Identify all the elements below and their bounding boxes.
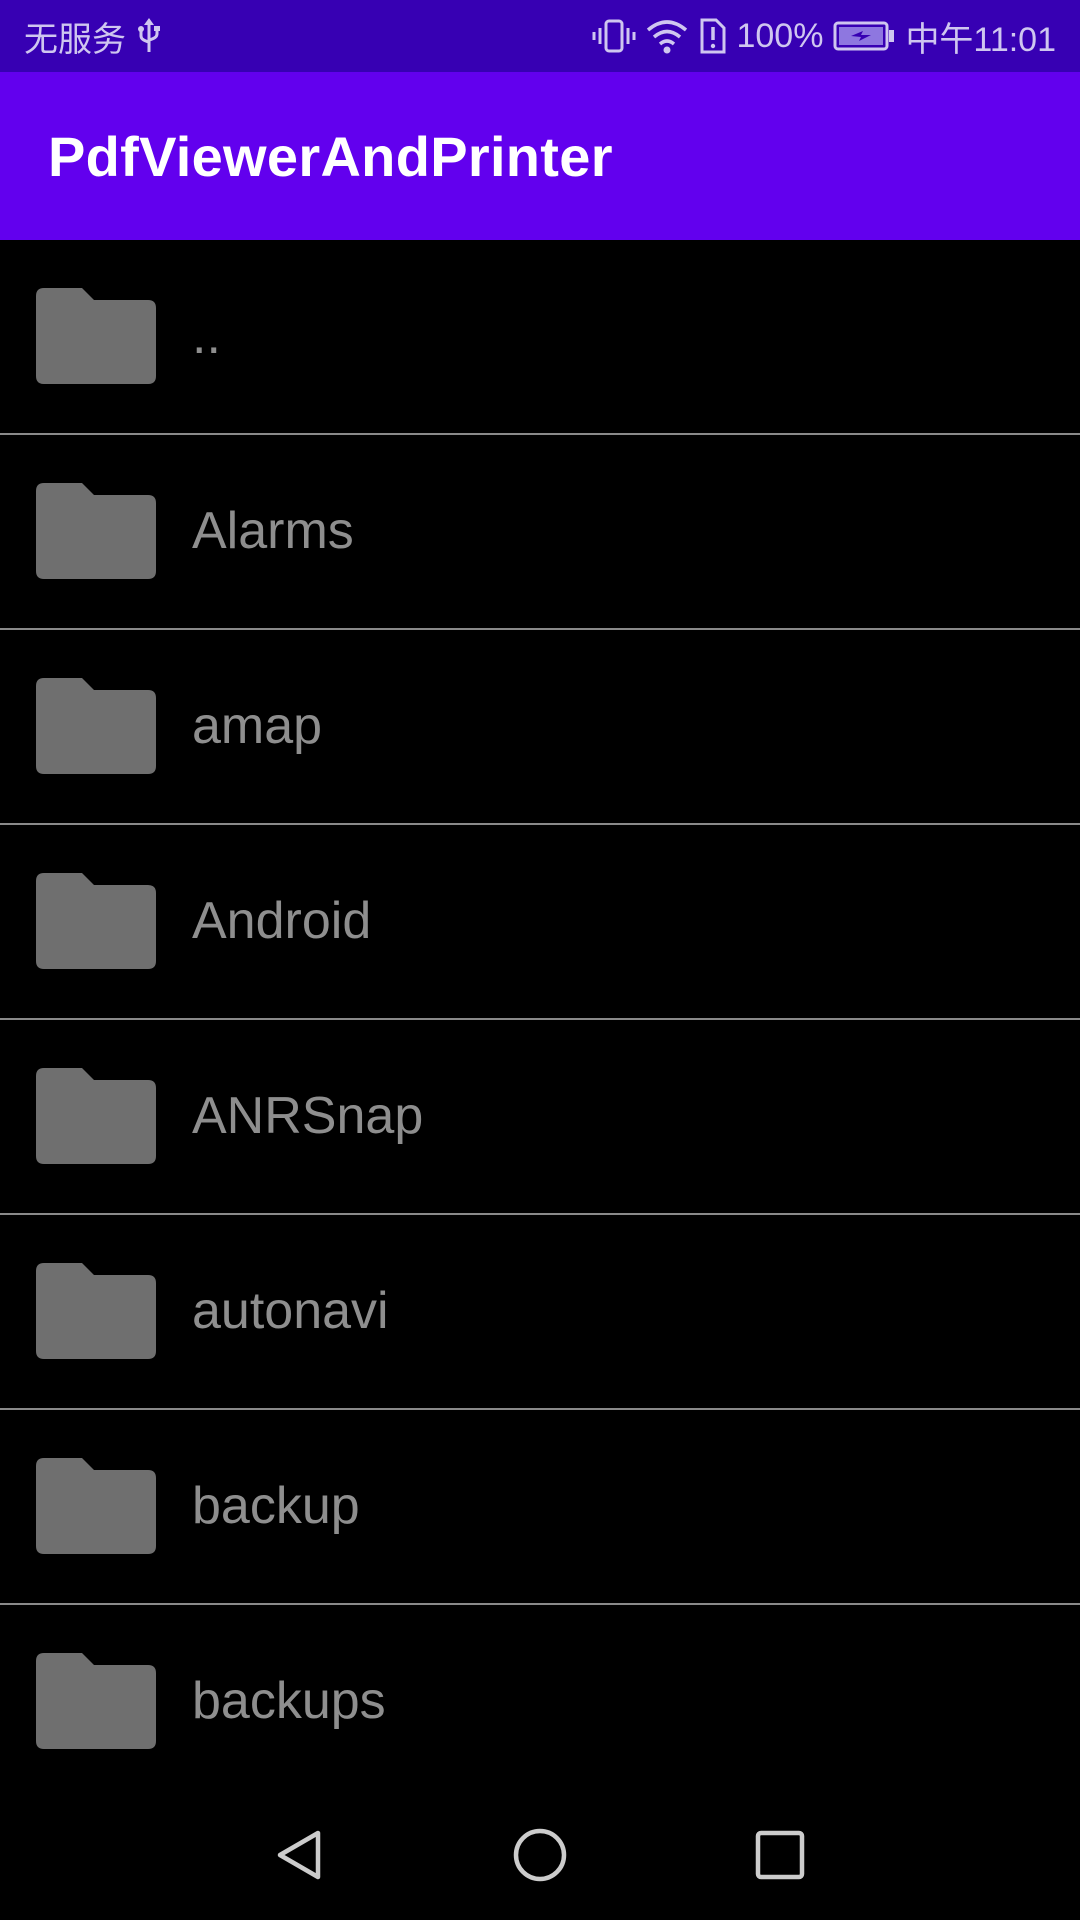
navigation-bar — [0, 1790, 1080, 1920]
list-item[interactable]: amap — [0, 630, 1080, 825]
wifi-icon — [646, 18, 688, 54]
home-button[interactable] — [495, 1810, 585, 1900]
folder-icon — [36, 873, 156, 969]
back-icon — [277, 1830, 321, 1880]
vibrate-icon — [592, 18, 636, 54]
file-name: Alarms — [192, 502, 354, 560]
folder-icon — [36, 483, 156, 579]
list-item[interactable]: Alarms — [0, 435, 1080, 630]
folder-icon — [36, 1263, 156, 1359]
battery-charging-icon — [833, 21, 895, 51]
recents-button[interactable] — [735, 1810, 825, 1900]
app-title: PdfViewerAndPrinter — [48, 124, 613, 188]
file-name: backups — [192, 1672, 386, 1730]
file-name: amap — [192, 697, 323, 755]
screen: 无服务 100% 中午11:01 PdfViewerAndPrinter .. … — [0, 0, 1080, 1920]
usb-icon — [136, 18, 162, 54]
folder-icon — [36, 678, 156, 774]
file-name: ANRSnap — [192, 1087, 424, 1145]
file-name: Android — [192, 892, 372, 950]
file-name: .. — [192, 307, 221, 365]
file-list: .. Alarms amap Android ANRSnap autonavi … — [0, 240, 1080, 1800]
folder-icon — [36, 1458, 156, 1554]
home-icon — [513, 1828, 567, 1882]
file-name: backup — [192, 1477, 360, 1535]
sim-alert-icon — [698, 18, 726, 54]
list-item[interactable]: backups — [0, 1605, 1080, 1800]
app-bar: PdfViewerAndPrinter — [0, 72, 1080, 240]
list-item[interactable]: .. — [0, 240, 1080, 435]
battery-percent: 100% — [736, 16, 824, 55]
carrier-text: 无服务 — [24, 20, 126, 59]
status-bar: 无服务 100% 中午11:01 — [0, 0, 1080, 72]
list-item[interactable]: backup — [0, 1410, 1080, 1605]
status-right: 100% 中午11:01 — [592, 0, 1056, 72]
clock: 中午11:01 — [905, 20, 1056, 59]
folder-icon — [36, 1653, 156, 1749]
folder-icon — [36, 288, 156, 384]
list-item[interactable]: Android — [0, 825, 1080, 1020]
folder-icon — [36, 1068, 156, 1164]
back-button[interactable] — [255, 1810, 345, 1900]
status-left: 无服务 — [24, 0, 162, 72]
file-name: autonavi — [192, 1282, 389, 1340]
list-item[interactable]: autonavi — [0, 1215, 1080, 1410]
recents-icon — [755, 1830, 805, 1880]
list-item[interactable]: ANRSnap — [0, 1020, 1080, 1215]
